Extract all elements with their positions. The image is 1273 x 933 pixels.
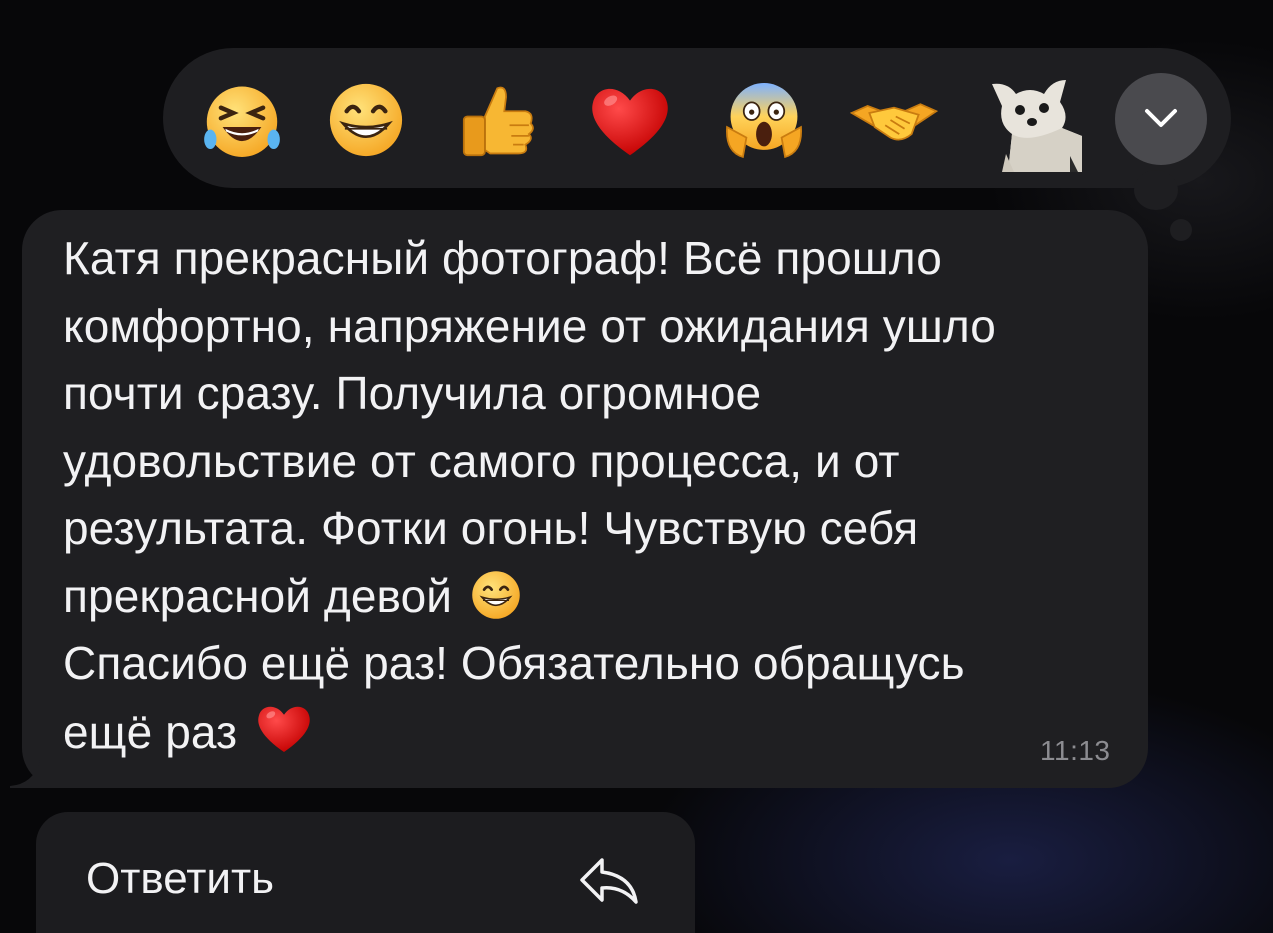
expand-reactions-button[interactable] — [1115, 73, 1207, 165]
bubble-tail — [10, 760, 70, 788]
grinning-face-icon — [469, 568, 523, 622]
reply-label: Ответить — [86, 854, 275, 903]
context-menu: Ответить — [36, 812, 695, 933]
thumbs-up-icon[interactable] — [455, 76, 543, 164]
handshake-icon[interactable] — [850, 76, 938, 164]
chevron-down-icon — [1145, 109, 1177, 127]
message-text: Катя прекрасный фотограф! Всё прошло ком… — [63, 225, 1133, 765]
red-heart-icon — [254, 698, 314, 758]
message-line: Катя прекрасный фотограф! Всё прошло — [63, 232, 942, 284]
message-line: результата. Фотки огонь! Чувствую себя — [63, 502, 919, 554]
message-line: Спасибо ещё раз! Обязательно обращусь — [63, 637, 965, 689]
reaction-bar-tail-dot — [1170, 219, 1192, 241]
screaming-face-icon[interactable] — [720, 76, 808, 164]
message-line-with-emoji: прекрасной девой — [63, 563, 1133, 631]
reaction-bar-tail — [1134, 170, 1178, 210]
dog-sticker-icon[interactable] — [978, 64, 1088, 174]
message-line: комфортно, напряжение от ожидания ушло — [63, 299, 996, 352]
message-timestamp: 11:13 — [1040, 735, 1111, 766]
message-line: удовольствие от самого процесса, и от — [63, 434, 900, 487]
reply-menu-item[interactable]: Ответить — [36, 812, 695, 933]
message-line: почти сразу. Получила огромное — [63, 367, 762, 419]
laughing-face-icon[interactable] — [198, 76, 286, 164]
reply-arrow-icon — [576, 852, 642, 908]
red-heart-icon[interactable] — [586, 76, 674, 164]
grinning-face-icon[interactable] — [322, 76, 410, 164]
message-line: ещё раз — [63, 705, 238, 758]
chat-screen: Катя прекрасный фотограф! Всё прошло ком… — [0, 0, 1273, 933]
message-line-with-emoji: ещё раз — [63, 698, 1133, 766]
message-line: прекрасной девой — [63, 569, 453, 622]
